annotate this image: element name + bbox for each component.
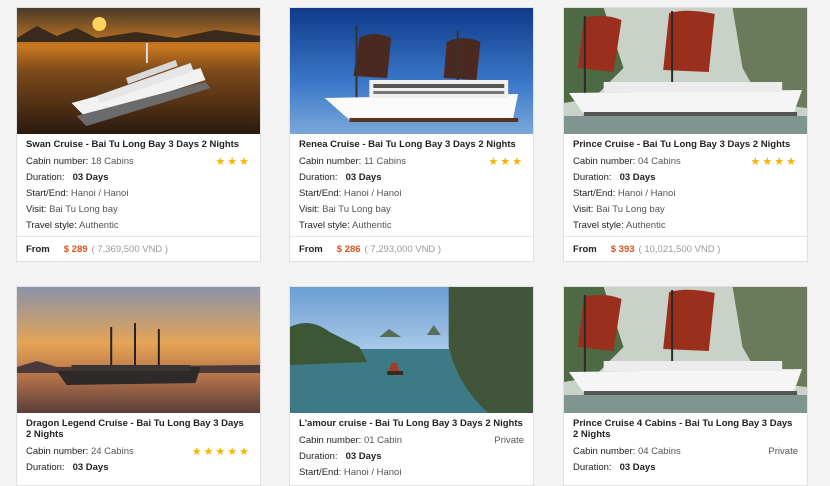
startend-label: Start/End: — [573, 188, 616, 199]
cabin-label: Cabin number: — [573, 446, 636, 457]
cruise-photo[interactable] — [564, 8, 807, 134]
duration-label: Duration: — [299, 172, 338, 183]
cruise-card[interactable]: Prince Cruise - Bai Tu Long Bay 3 Days 2… — [563, 7, 808, 262]
cabin-label: Cabin number: — [573, 156, 636, 167]
duration-label: Duration: — [573, 462, 612, 473]
cruise-card[interactable]: Swan Cruise - Bai Tu Long Bay 3 Days 2 N… — [16, 7, 261, 262]
price-bar: From $ 393( 10,021,500 VND ) — [564, 236, 807, 263]
visit-value: Bai Tu Long bay — [49, 204, 118, 215]
cabin-label: Cabin number: — [299, 156, 362, 167]
travel-style-label: Travel style: — [573, 220, 624, 231]
rating-stars: ★★★★ — [750, 156, 798, 168]
cabin-value: 11 Cabins — [363, 156, 407, 167]
startend-label: Start/End: — [299, 188, 342, 199]
cruise-photo[interactable] — [290, 8, 533, 134]
cabin-value: 18 Cabins — [90, 156, 134, 167]
cruise-title[interactable]: L'amour cruise - Bai Tu Long Bay 3 Days … — [299, 417, 524, 429]
cruise-photo[interactable] — [290, 287, 533, 413]
travel-style-value: Authentic — [78, 220, 119, 231]
duration-value: 03 Days — [72, 462, 109, 473]
cruise-card[interactable]: Prince Cruise 4 Cabins - Bai Tu Long Bay… — [563, 286, 808, 486]
price-vnd: ( 7,369,500 VND ) — [91, 244, 169, 255]
price-vnd: ( 10,021,500 VND ) — [638, 244, 721, 255]
rating-stars: ★★★ — [215, 156, 251, 168]
cruise-title[interactable]: Prince Cruise 4 Cabins - Bai Tu Long Bay… — [573, 417, 798, 440]
travel-style-value: Authentic — [351, 220, 392, 231]
duration-label: Duration: — [26, 462, 65, 473]
private-badge: Private — [768, 446, 798, 457]
startend-value: Hanoi / Hanoi — [70, 188, 129, 199]
from-label: From — [299, 244, 323, 255]
cruise-title[interactable]: Dragon Legend Cruise - Bai Tu Long Bay 3… — [26, 417, 251, 440]
cruise-card[interactable]: L'amour cruise - Bai Tu Long Bay 3 Days … — [289, 286, 534, 486]
cabin-value: 04 Cabins — [637, 156, 681, 167]
cabin-value: 04 Cabins — [637, 446, 681, 457]
cruise-title[interactable]: Swan Cruise - Bai Tu Long Bay 3 Days 2 N… — [26, 138, 251, 150]
price-usd: $ 289 — [63, 244, 88, 255]
cruise-photo[interactable] — [17, 8, 260, 134]
price-bar: From $ 286( 7,293,000 VND ) — [290, 236, 533, 263]
cabin-label: Cabin number: — [26, 156, 89, 167]
cabin-value: 01 Cabin — [363, 435, 402, 446]
duration-value: 03 Days — [619, 172, 656, 183]
cruise-title[interactable]: Prince Cruise - Bai Tu Long Bay 3 Days 2… — [573, 138, 798, 150]
from-label: From — [573, 244, 597, 255]
duration-value: 03 Days — [619, 462, 656, 473]
duration-label: Duration: — [299, 451, 338, 462]
private-badge: Private — [494, 435, 524, 446]
duration-value: 03 Days — [72, 172, 109, 183]
cruise-photo[interactable] — [564, 287, 807, 413]
cabin-value: 24 Cabins — [90, 446, 134, 457]
price-bar: From $ 289( 7,369,500 VND ) — [17, 236, 260, 263]
cruise-card[interactable]: Dragon Legend Cruise - Bai Tu Long Bay 3… — [16, 286, 261, 486]
rating-stars: ★★★ — [488, 156, 524, 168]
startend-value: Hanoi / Hanoi — [343, 467, 402, 478]
visit-value: Bai Tu Long bay — [322, 204, 391, 215]
cabin-label: Cabin number: — [26, 446, 89, 457]
visit-label: Visit: — [26, 204, 47, 215]
travel-style-value: Authentic — [625, 220, 666, 231]
visit-value: Bai Tu Long bay — [596, 204, 665, 215]
cruise-card[interactable]: Renea Cruise - Bai Tu Long Bay 3 Days 2 … — [289, 7, 534, 262]
visit-label: Visit: — [573, 204, 594, 215]
duration-label: Duration: — [26, 172, 65, 183]
visit-label: Visit: — [299, 204, 320, 215]
startend-value: Hanoi / Hanoi — [617, 188, 676, 199]
startend-value: Hanoi / Hanoi — [343, 188, 402, 199]
cabin-label: Cabin number: — [299, 435, 362, 446]
price-vnd: ( 7,293,000 VND ) — [364, 244, 442, 255]
startend-label: Start/End: — [26, 188, 69, 199]
travel-style-label: Travel style: — [299, 220, 350, 231]
startend-label: Start/End: — [299, 467, 342, 478]
rating-stars: ★★★★★ — [191, 446, 251, 458]
duration-value: 03 Days — [345, 172, 382, 183]
price-usd: $ 393 — [610, 244, 635, 255]
cruise-photo[interactable] — [17, 287, 260, 413]
duration-label: Duration: — [573, 172, 612, 183]
cruise-title[interactable]: Renea Cruise - Bai Tu Long Bay 3 Days 2 … — [299, 138, 524, 150]
price-usd: $ 286 — [336, 244, 361, 255]
from-label: From — [26, 244, 50, 255]
duration-value: 03 Days — [345, 451, 382, 462]
travel-style-label: Travel style: — [26, 220, 77, 231]
